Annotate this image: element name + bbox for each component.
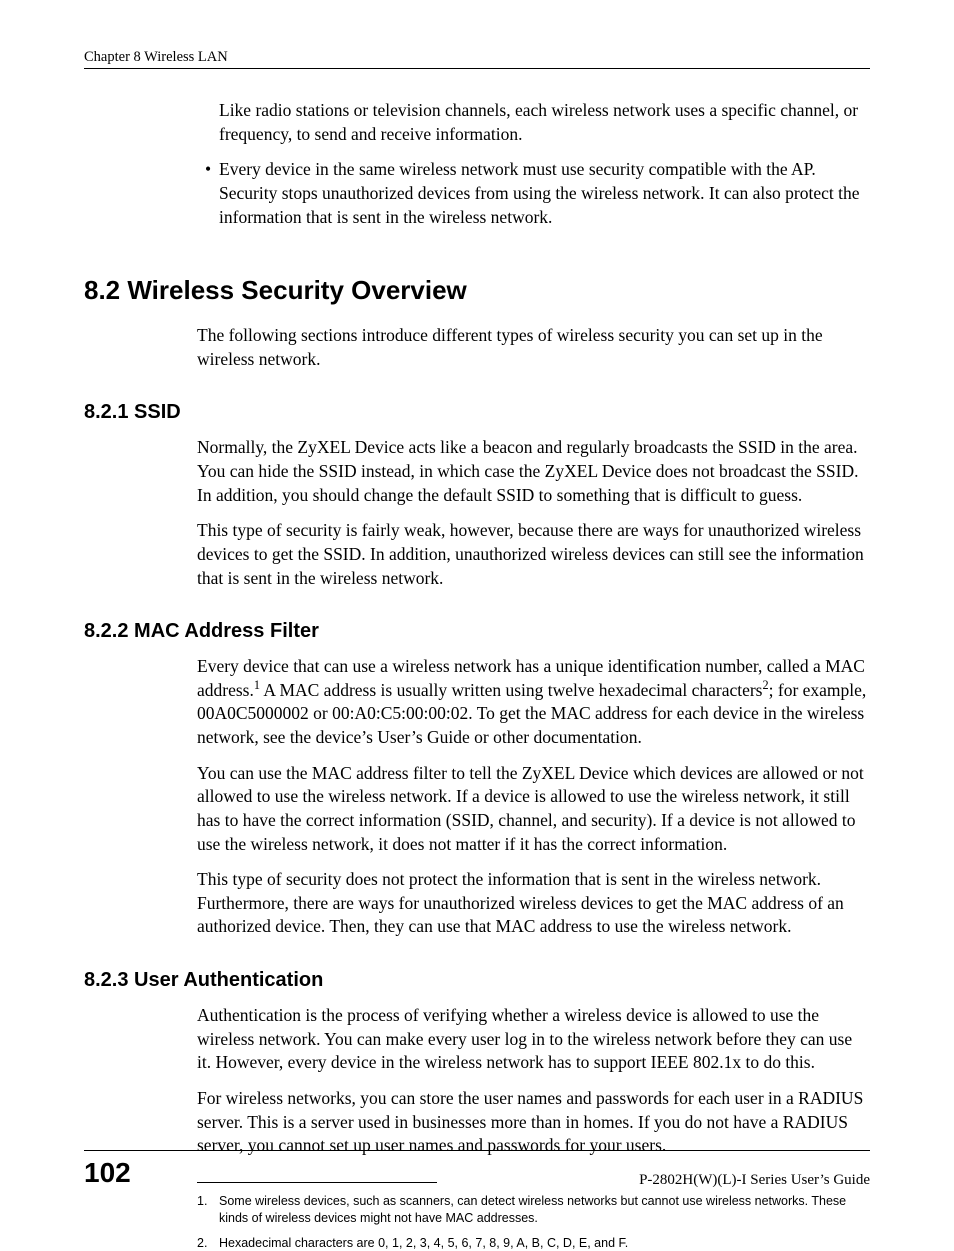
sec82-body: The following sections introduce differe… <box>197 324 870 371</box>
footnote-2-num: 2. <box>197 1235 219 1251</box>
footnotes: 1. Some wireless devices, such as scanne… <box>197 1193 870 1251</box>
sec822-p3: This type of security does not protect t… <box>197 868 870 939</box>
sec821-p1: Normally, the ZyXEL Device acts like a b… <box>197 436 870 507</box>
heading-8-2: 8.2 Wireless Security Overview <box>84 275 870 306</box>
sec822-p1-mid: A MAC address is usually written using t… <box>260 680 763 700</box>
footnote-1: 1. Some wireless devices, such as scanne… <box>197 1193 870 1227</box>
footnote-1-text: Some wireless devices, such as scanners,… <box>219 1193 870 1227</box>
footnote-2-text: Hexadecimal characters are 0, 1, 2, 3, 4… <box>219 1235 870 1251</box>
intro-channel-para: Like radio stations or television channe… <box>219 99 870 146</box>
page-header: Chapter 8 Wireless LAN <box>84 48 870 69</box>
footnote-2: 2. Hexadecimal characters are 0, 1, 2, 3… <box>197 1235 870 1251</box>
sec821-p2: This type of security is fairly weak, ho… <box>197 519 870 590</box>
sec822-p1: Every device that can use a wireless net… <box>197 655 870 750</box>
heading-8-2-2: 8.2.2 MAC Address Filter <box>84 620 870 643</box>
sec823-p2: For wireless networks, you can store the… <box>197 1087 870 1158</box>
intro-bullet-security: Every device in the same wireless networ… <box>197 158 870 229</box>
page-number: 102 <box>84 1157 131 1189</box>
footnote-1-num: 1. <box>197 1193 219 1227</box>
sec82-para: The following sections introduce differe… <box>197 324 870 371</box>
intro-block: Like radio stations or television channe… <box>197 99 870 229</box>
sec821-body: Normally, the ZyXEL Device acts like a b… <box>197 436 870 590</box>
sec823-p1: Authentication is the process of verifyi… <box>197 1004 870 1075</box>
heading-8-2-1: 8.2.1 SSID <box>84 401 870 424</box>
chapter-label: Chapter 8 Wireless LAN <box>84 49 228 65</box>
heading-8-2-3: 8.2.3 User Authentication <box>84 969 870 992</box>
sec823-body: Authentication is the process of verifyi… <box>197 1004 870 1158</box>
sec822-p2: You can use the MAC address filter to te… <box>197 762 870 857</box>
page: Chapter 8 Wireless LAN Like radio statio… <box>0 0 954 1235</box>
guide-title: P-2802H(W)(L)-I Series User’s Guide <box>639 1172 870 1189</box>
sec822-body: Every device that can use a wireless net… <box>197 655 870 939</box>
intro-bullets: Every device in the same wireless networ… <box>197 158 870 229</box>
page-footer: 102 P-2802H(W)(L)-I Series User’s Guide <box>84 1150 870 1189</box>
